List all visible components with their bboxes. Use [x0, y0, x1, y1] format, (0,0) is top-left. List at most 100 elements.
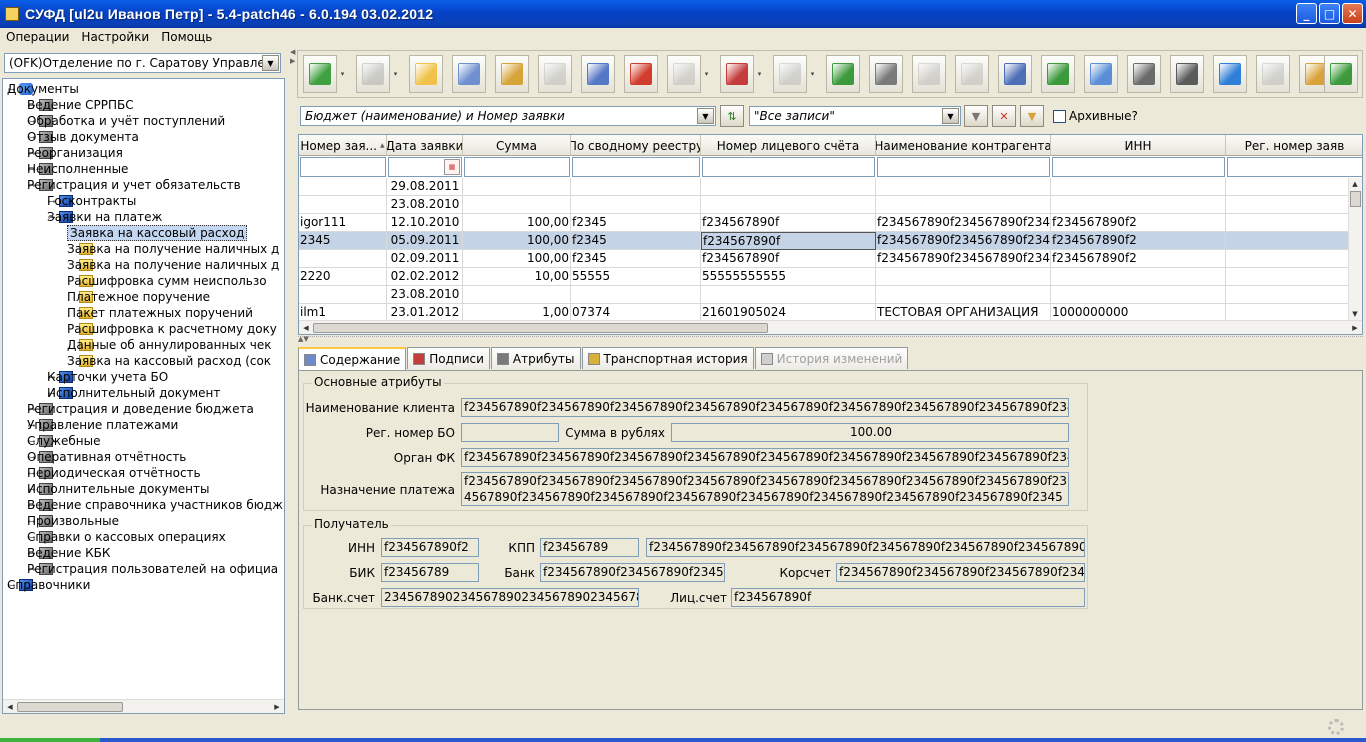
records-select[interactable]: "Все записи" ▼	[749, 106, 961, 126]
tree-item[interactable]: Расшифровка к расчетному доку	[67, 321, 277, 337]
date-filter-input[interactable]: ▦	[388, 157, 462, 177]
personal-account-field[interactable]: f234567890f	[731, 588, 1085, 607]
menu-settings[interactable]: Настройки	[75, 30, 155, 44]
table-cell[interactable]	[876, 196, 1051, 214]
tree-item[interactable]: Заявка на кассовый расход (сок	[67, 353, 271, 369]
table-cell[interactable]: 100,00	[463, 232, 571, 250]
message2-disabled-button[interactable]	[955, 55, 989, 93]
table-cell[interactable]	[299, 196, 387, 214]
table-cell[interactable]: 29.08.2011	[387, 178, 463, 196]
archive-checkbox[interactable]	[1053, 110, 1066, 123]
table-cell[interactable]: 23.08.2010	[387, 286, 463, 304]
table-cell[interactable]	[299, 250, 387, 268]
menu-help[interactable]: Помощь	[155, 30, 218, 44]
tree-item[interactable]: ⊶ Ведение СРРПБС	[27, 97, 134, 113]
copy-document-button[interactable]	[452, 55, 486, 93]
dropdown-arrow-icon[interactable]: ▾	[755, 55, 764, 93]
unsign-button[interactable]	[773, 55, 807, 93]
refresh-button[interactable]	[1213, 55, 1247, 93]
tree-item[interactable]: ⊶ Ведение КБК	[27, 545, 110, 561]
tree-item[interactable]: ⊶ Справки о кассовых операциях	[27, 529, 226, 545]
tree-item[interactable]: Заявка на получение наличных д	[67, 241, 279, 257]
column-filter-input[interactable]	[877, 157, 1050, 177]
tree-item[interactable]: Заявка на кассовый расход	[67, 225, 248, 241]
scroll-right-icon[interactable]: ▶	[271, 701, 283, 713]
table-cell[interactable]	[463, 286, 571, 304]
column-filter-input[interactable]	[572, 157, 700, 177]
chevron-down-icon[interactable]: ▼	[262, 55, 279, 71]
dropdown-arrow-icon[interactable]: ▾	[808, 55, 817, 93]
save-button[interactable]	[998, 55, 1032, 93]
bik-field[interactable]: f23456789	[381, 563, 479, 582]
table-row[interactable]: 2220 02.02.2012 10,00 55555 55555555555	[299, 268, 1362, 286]
delete-button[interactable]	[624, 55, 658, 93]
search-button[interactable]	[869, 55, 903, 93]
scroll-down-icon[interactable]: ▼	[1349, 308, 1361, 320]
table-cell[interactable]	[1051, 178, 1226, 196]
tree-item[interactable]: Расшифровка сумм неиспользо	[67, 273, 267, 289]
tree-item[interactable]: ⊶ Произвольные	[27, 513, 119, 529]
korr-field[interactable]: f234567890f234567890f234567890f234	[836, 563, 1085, 582]
tree-item[interactable]: ⊶ Отзыв документа	[27, 129, 139, 145]
tree-item[interactable]: Пакет платежных поручений	[67, 305, 253, 321]
scroll-left-icon[interactable]: ◀	[4, 701, 16, 713]
tree-item[interactable]: ⊶ Исполнительный документ	[47, 385, 220, 401]
table-cell[interactable]	[299, 178, 387, 196]
table-cell[interactable]	[1051, 268, 1226, 286]
new-document-button[interactable]	[409, 55, 443, 93]
column-header[interactable]: Номер лицевого счёта	[701, 135, 876, 156]
table-cell[interactable]	[1226, 196, 1362, 214]
organization-select[interactable]: (OFK)Отделение по г. Саратову Управлен..…	[4, 53, 281, 73]
tree-item[interactable]: ⊶ Оперативная отчётность	[27, 449, 186, 465]
tree-item[interactable]: ⊶ Управление платежами	[27, 417, 178, 433]
table-cell[interactable]: 100,00	[463, 214, 571, 232]
column-filter-input[interactable]	[702, 157, 875, 177]
kpp-field[interactable]: f23456789	[540, 538, 639, 557]
table-cell[interactable]	[463, 196, 571, 214]
print-preview-button[interactable]	[1084, 55, 1118, 93]
table-cell[interactable]: f2345	[571, 232, 701, 250]
table-cell[interactable]: f234567890f	[701, 232, 876, 250]
tree-item[interactable]: Платежное поручение	[67, 289, 210, 305]
table-cell[interactable]: 100,00	[463, 250, 571, 268]
view-select[interactable]: Бюджет (наименование) и Номер заявки ▼	[300, 106, 716, 126]
scroll-left-icon[interactable]: ◀	[300, 322, 312, 334]
scroll-thumb[interactable]	[1350, 191, 1361, 207]
table-cell[interactable]: f234567890f	[701, 250, 876, 268]
table-cell[interactable]	[876, 268, 1051, 286]
table-cell[interactable]: 2220	[299, 268, 387, 286]
collapse-up-icon[interactable]: ▲▼	[298, 335, 309, 343]
table-cell[interactable]	[701, 286, 876, 304]
export-button[interactable]	[356, 55, 390, 93]
exit-button[interactable]	[1324, 55, 1358, 93]
tree-item[interactable]: ⊶ Регистрация пользователей на официа	[27, 561, 278, 577]
scroll-thumb[interactable]	[17, 702, 123, 712]
table-cell[interactable]	[1226, 178, 1362, 196]
column-filter-input[interactable]	[300, 157, 386, 177]
tree-item[interactable]: ⊶ Периодическая отчётность	[27, 465, 201, 481]
table-cell[interactable]	[1226, 232, 1362, 250]
tree-item[interactable]: ⊶ Служебные	[27, 433, 100, 449]
column-header[interactable]: Рег. номер заяв	[1226, 135, 1362, 156]
tab-content[interactable]: Содержание	[298, 347, 407, 370]
menu-operations[interactable]: Операции	[0, 30, 75, 44]
table-cell[interactable]: f2345	[571, 214, 701, 232]
table-cell[interactable]: 55555	[571, 268, 701, 286]
tree-item[interactable]: ⊶ Регистрация и доведение бюджета	[27, 401, 254, 417]
check-button[interactable]	[826, 55, 860, 93]
account-field[interactable]: 2345678902345678902345678902345678902345…	[381, 588, 639, 607]
tab-transport-history[interactable]: Транспортная история	[581, 347, 754, 369]
tree-item[interactable]: ⊶ Исполнительные документы	[27, 481, 209, 497]
minimize-button[interactable]: _	[1296, 3, 1317, 24]
chevron-down-icon[interactable]: ▼	[697, 108, 714, 124]
table-cell[interactable]	[1226, 286, 1362, 304]
tree-horizontal-scrollbar[interactable]: ◀ ▶	[3, 699, 284, 713]
table-horizontal-scrollbar[interactable]: ◀ ▶	[299, 320, 1362, 334]
tree-item[interactable]: ⊶ Документы	[7, 81, 79, 97]
tab-signatures[interactable]: Подписи	[407, 347, 490, 369]
table-cell[interactable]	[571, 196, 701, 214]
table-cell[interactable]	[1226, 214, 1362, 232]
table-cell[interactable]: 02.02.2012	[387, 268, 463, 286]
table-row[interactable]: 29.08.2011	[299, 178, 1362, 196]
sum-field[interactable]: 100.00	[671, 423, 1069, 442]
